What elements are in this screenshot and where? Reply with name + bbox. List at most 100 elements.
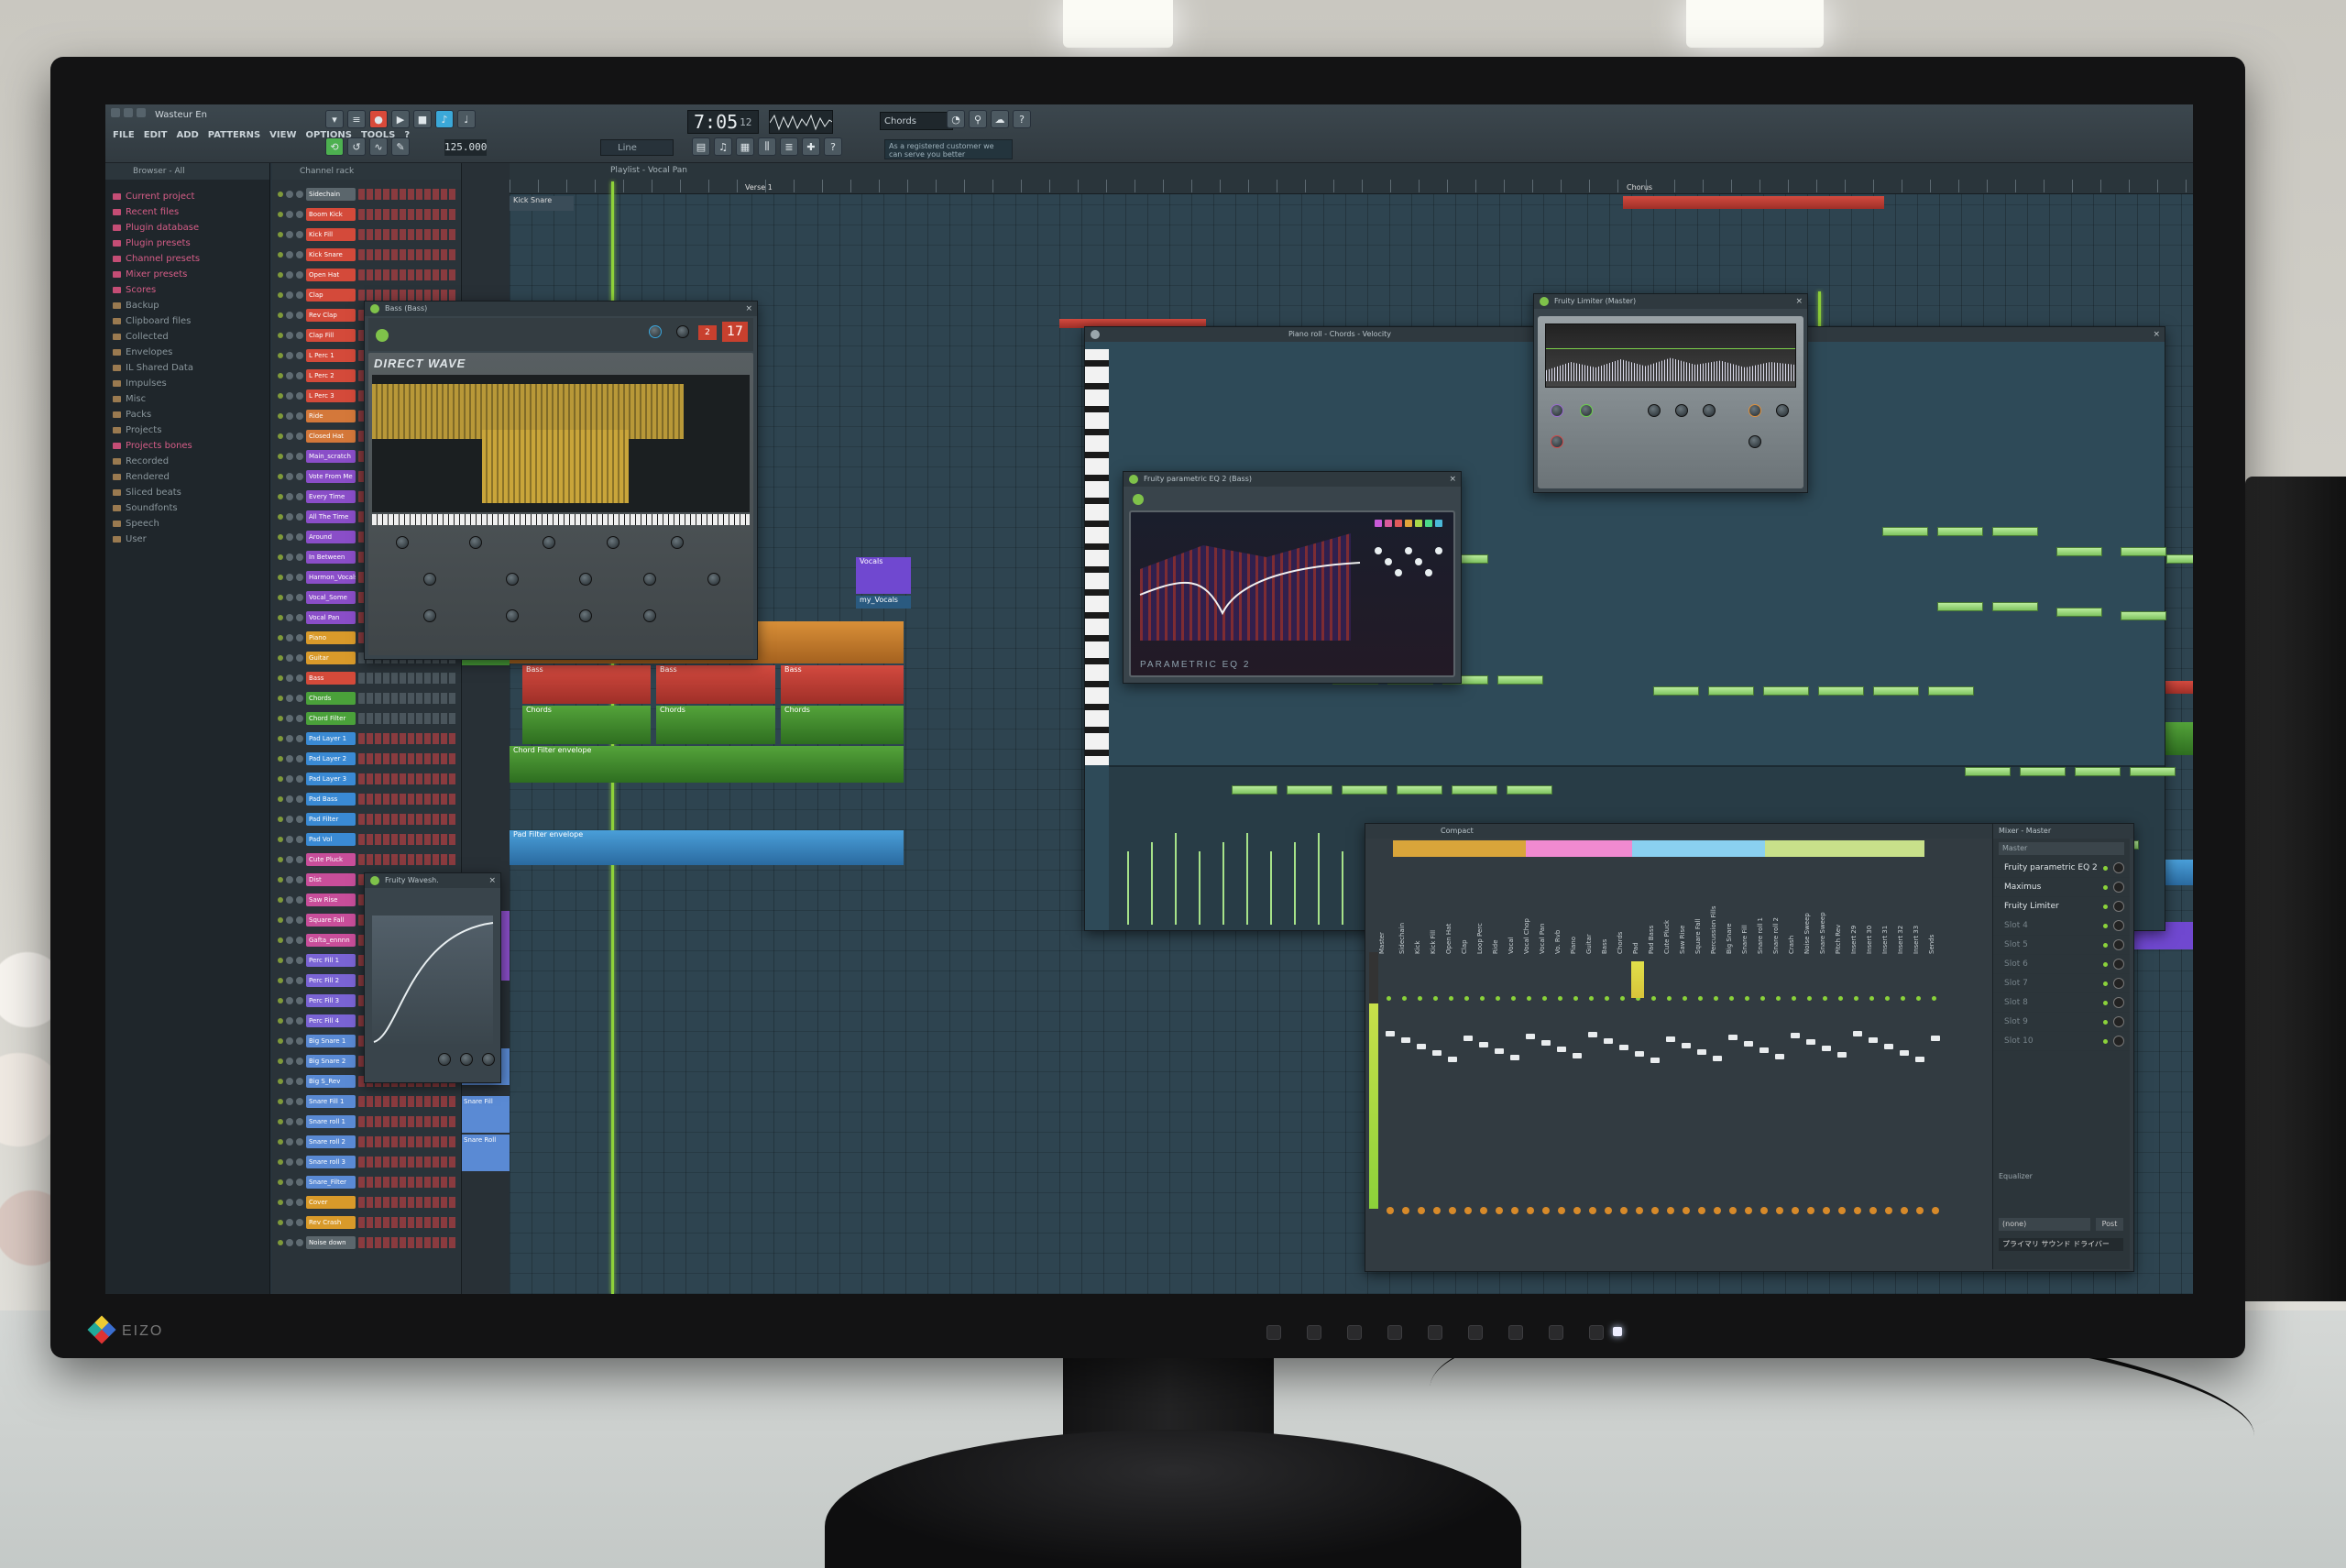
limiter-ceiling-knob[interactable] bbox=[1648, 404, 1661, 417]
slot-mix-knob[interactable] bbox=[2113, 997, 2124, 1008]
piano-roll-note[interactable] bbox=[1937, 527, 1983, 536]
channel-name-button[interactable]: Cute Pluck bbox=[306, 853, 356, 866]
mixer-route-button[interactable] bbox=[1605, 1207, 1612, 1214]
mixer-route-button[interactable] bbox=[1854, 1207, 1861, 1214]
channel-volume-knob[interactable] bbox=[296, 312, 303, 319]
channel-mute-led[interactable] bbox=[278, 615, 283, 620]
mixer-volume-fader[interactable] bbox=[1401, 1037, 1410, 1043]
step-sequencer[interactable] bbox=[358, 1197, 457, 1208]
monitor-button[interactable] bbox=[1387, 1325, 1402, 1340]
mixer-volume-fader[interactable] bbox=[1713, 1056, 1722, 1061]
mixer-volume-fader[interactable] bbox=[1604, 1038, 1613, 1044]
channel-name-button[interactable]: Snare roll 1 bbox=[306, 1115, 356, 1128]
channel-pan-knob[interactable] bbox=[286, 1179, 293, 1186]
channel-volume-knob[interactable] bbox=[296, 291, 303, 299]
effect-slot[interactable]: Slot 5 bbox=[1993, 936, 2130, 955]
mixer-route-button[interactable] bbox=[1729, 1207, 1737, 1214]
waveshaper-graph[interactable] bbox=[372, 916, 494, 1044]
stop-button[interactable]: ■ bbox=[413, 110, 432, 128]
output-selector[interactable]: プライマリ サウンド ドライバー bbox=[1999, 1238, 2123, 1251]
channel-mute-led[interactable] bbox=[278, 1038, 283, 1044]
channel-pan-knob[interactable] bbox=[286, 251, 293, 258]
close-icon[interactable]: × bbox=[2153, 327, 2160, 342]
step-sequencer[interactable] bbox=[358, 854, 457, 865]
piano-roll-note[interactable] bbox=[1397, 785, 1442, 795]
channel-row[interactable]: Cover bbox=[278, 1193, 457, 1212]
browser-item[interactable]: Collected bbox=[113, 329, 269, 345]
waveshaper-knob-2[interactable] bbox=[460, 1053, 473, 1066]
browser-item[interactable]: Current project bbox=[113, 189, 269, 204]
channel-name-button[interactable]: Big Snare 1 bbox=[306, 1035, 356, 1047]
eq-band-slider[interactable] bbox=[1395, 520, 1402, 527]
mixer-strip-label[interactable]: Cute Pluck bbox=[1663, 862, 1679, 954]
channel-mute-led[interactable] bbox=[278, 454, 283, 459]
mixer-volume-fader[interactable] bbox=[1432, 1050, 1442, 1056]
mixer-mute-led[interactable] bbox=[1807, 996, 1812, 1001]
channel-mute-led[interactable] bbox=[278, 837, 283, 842]
channel-pan-knob[interactable] bbox=[286, 1138, 293, 1146]
channel-rack-window-icon[interactable]: ▦ bbox=[736, 137, 754, 156]
piano-roll-note[interactable] bbox=[2130, 767, 2176, 776]
channel-name-button[interactable]: Guitar bbox=[306, 652, 356, 664]
mixer-volume-fader[interactable] bbox=[1650, 1058, 1660, 1063]
channel-mute-led[interactable] bbox=[278, 252, 283, 258]
channel-pan-knob[interactable] bbox=[286, 916, 293, 924]
mixer-route-button[interactable] bbox=[1542, 1207, 1550, 1214]
channel-pan-knob[interactable] bbox=[286, 533, 293, 541]
step-sequencer[interactable] bbox=[358, 713, 457, 724]
channel-volume-knob[interactable] bbox=[296, 1118, 303, 1125]
mixer-route-button[interactable] bbox=[1698, 1207, 1705, 1214]
marker-chorus[interactable]: Chorus bbox=[1623, 183, 1678, 194]
channel-mute-led[interactable] bbox=[278, 1240, 283, 1245]
mixer-route-button[interactable] bbox=[1745, 1207, 1752, 1214]
channel-volume-knob[interactable] bbox=[296, 755, 303, 762]
eq-band-slider[interactable] bbox=[1415, 520, 1422, 527]
close-icon[interactable] bbox=[137, 108, 146, 117]
channel-row[interactable]: Cute Pluck bbox=[278, 850, 457, 869]
slot-mix-knob[interactable] bbox=[2113, 939, 2124, 950]
channel-pan-knob[interactable] bbox=[286, 1037, 293, 1045]
mixer-volume-fader[interactable] bbox=[1806, 1039, 1815, 1045]
browser-item[interactable]: Impulses bbox=[113, 376, 269, 391]
browser-item[interactable]: Recorded bbox=[113, 454, 269, 469]
piano-roll-note[interactable] bbox=[1937, 602, 1983, 611]
piano-roll-note[interactable] bbox=[2075, 767, 2121, 776]
effect-slot[interactable]: Slot 10 bbox=[1993, 1032, 2130, 1051]
mixer-strip-label[interactable]: Snare Fill bbox=[1741, 862, 1757, 954]
channel-volume-knob[interactable] bbox=[296, 957, 303, 964]
limiter-output-knob[interactable] bbox=[1551, 435, 1563, 448]
channel-name-button[interactable]: Every Time bbox=[306, 490, 356, 503]
mixer-window-icon[interactable]: ⫼ bbox=[758, 137, 776, 156]
mixer-volume-fader[interactable] bbox=[1557, 1047, 1566, 1052]
mixer-route-button[interactable] bbox=[1885, 1207, 1892, 1214]
channel-name-button[interactable]: Chord Filter bbox=[306, 712, 356, 725]
step-sequencer[interactable] bbox=[358, 229, 457, 240]
browser-item[interactable]: Speech bbox=[113, 516, 269, 532]
mixer-view-mode[interactable]: Compact bbox=[1441, 827, 1474, 835]
channel-mute-led[interactable] bbox=[278, 917, 283, 923]
channel-mute-led[interactable] bbox=[278, 474, 283, 479]
mixer-route-button[interactable] bbox=[1651, 1207, 1659, 1214]
channel-volume-knob[interactable] bbox=[296, 1158, 303, 1166]
channel-volume-knob[interactable] bbox=[296, 453, 303, 460]
channel-row[interactable]: Noise down bbox=[278, 1234, 457, 1252]
mixer-mute-led[interactable] bbox=[1901, 996, 1905, 1001]
slot-enable-led[interactable] bbox=[2103, 924, 2108, 928]
fruity-waveshaper-window[interactable]: Fruity Wavesh. × bbox=[364, 872, 501, 1083]
mixer-strip-label[interactable]: Piano bbox=[1570, 862, 1585, 954]
mixer-route-button[interactable] bbox=[1464, 1207, 1472, 1214]
clip-vocals[interactable]: Vocals bbox=[856, 557, 911, 594]
channel-name-button[interactable]: Ride bbox=[306, 410, 356, 422]
browser-item[interactable]: Plugin presets bbox=[113, 236, 269, 251]
channel-pan-knob[interactable] bbox=[286, 1058, 293, 1065]
channel-volume-knob[interactable] bbox=[296, 251, 303, 258]
countdown-icon[interactable]: ↺ bbox=[347, 137, 366, 156]
limiter-gain-knob[interactable] bbox=[1551, 404, 1563, 417]
piano-roll-note[interactable] bbox=[1882, 527, 1928, 536]
mixer-mute-led[interactable] bbox=[1932, 996, 1936, 1001]
mixer-route-button[interactable] bbox=[1573, 1207, 1581, 1214]
mixer-mute-led[interactable] bbox=[1838, 996, 1843, 1001]
channel-pan-knob[interactable] bbox=[286, 937, 293, 944]
mixer-route-button[interactable] bbox=[1792, 1207, 1799, 1214]
dw-knob-9[interactable] bbox=[643, 573, 656, 586]
